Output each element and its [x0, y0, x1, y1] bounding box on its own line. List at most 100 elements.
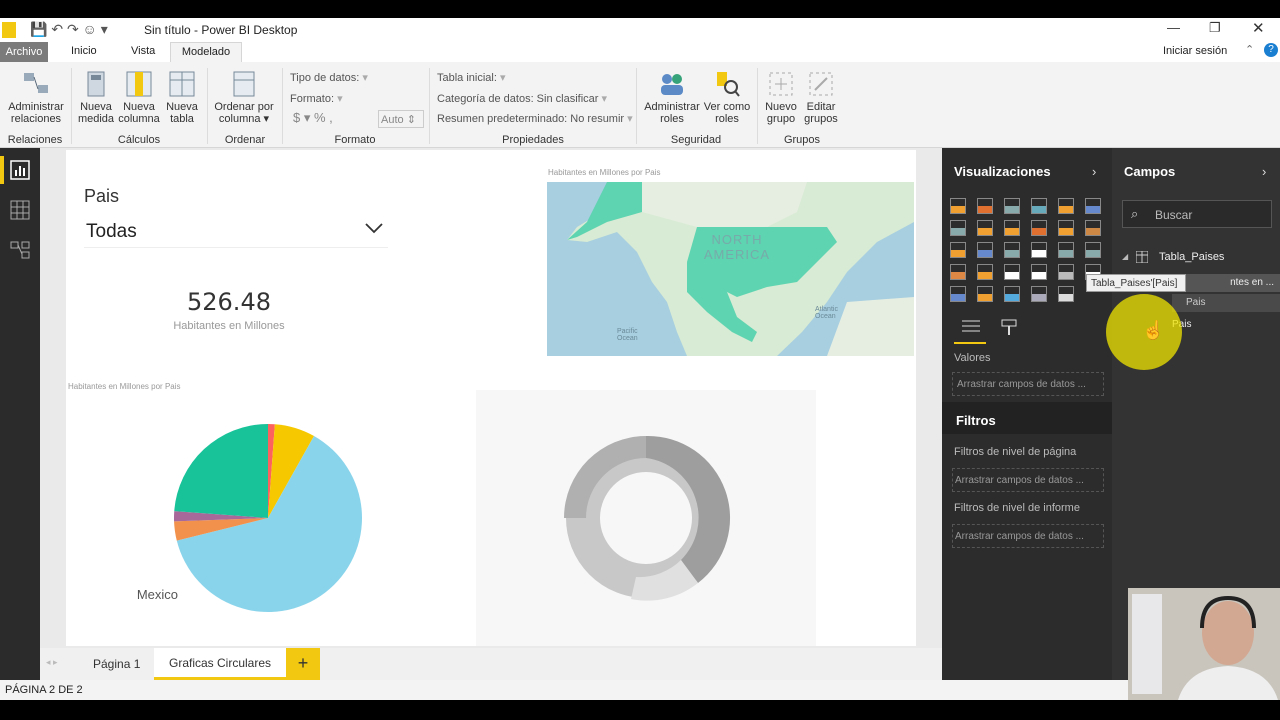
page-filters-label: Filtros de nivel de página	[954, 446, 1077, 458]
visual-type-icon[interactable]	[1031, 264, 1047, 280]
visual-type-icon[interactable]	[977, 198, 993, 214]
administrar-relaciones-button[interactable]: Administrar relaciones	[6, 70, 66, 125]
visual-type-icon[interactable]	[950, 286, 966, 302]
visual-type-icon[interactable]	[1085, 198, 1101, 214]
visual-type-icon[interactable]	[1058, 220, 1074, 236]
visual-type-icon[interactable]	[1004, 198, 1020, 214]
report-view-icon[interactable]	[10, 160, 30, 185]
chevron-down-icon[interactable]	[364, 218, 384, 243]
visual-type-icon[interactable]	[1004, 242, 1020, 258]
valores-label: Valores	[954, 352, 991, 364]
pie-label-mexico: Mexico	[137, 587, 178, 602]
report-filters-drop-zone[interactable]: Arrastrar campos de datos ...	[952, 524, 1104, 548]
view-as-icon	[713, 70, 741, 98]
nuevo-grupo-button[interactable]: Nuevo grupo	[762, 70, 800, 125]
visual-type-icon[interactable]	[1004, 286, 1020, 302]
visual-type-icon[interactable]	[1085, 242, 1101, 258]
slicer-dropdown[interactable]: Todas	[84, 218, 388, 248]
nueva-medida-button[interactable]: Nueva medida	[76, 70, 116, 125]
visual-type-icon[interactable]	[977, 286, 993, 302]
visual-type-icon[interactable]	[1004, 220, 1020, 236]
group-formato-label: Formato	[334, 134, 376, 146]
visual-type-icon[interactable]	[1004, 264, 1020, 280]
ordenar-por-columna-button[interactable]: Ordenar por columna ▾	[212, 70, 276, 125]
map-visual[interactable]: NORTH AMERICA Pacific Ocean Atlantic Oce…	[547, 182, 914, 356]
visualizations-pane: Visualizaciones › Valores Arrastrar camp…	[942, 148, 1112, 680]
format-paint-icon[interactable]	[1000, 318, 1018, 341]
field-row-1[interactable]: ntes en ...	[1184, 274, 1280, 292]
card-value: 526.48	[187, 288, 271, 316]
ver-como-roles-button[interactable]: Ver como roles	[703, 70, 751, 125]
visual-type-icon[interactable]	[950, 242, 966, 258]
restore-icon[interactable]: ❐	[1209, 20, 1221, 36]
fields-well-icon[interactable]	[960, 318, 982, 341]
group-grupos-label: Grupos	[783, 134, 821, 146]
table-icon	[1135, 250, 1149, 268]
drag-tooltip: Tabla_Paises'[Pais]	[1086, 274, 1186, 292]
tab-inicio[interactable]: Inicio	[71, 45, 97, 57]
collapse-table-icon[interactable]: ◢	[1122, 252, 1128, 261]
page-filters-drop-zone[interactable]: Arrastrar campos de datos ...	[952, 468, 1104, 492]
page-nav-arrows-icon[interactable]: ◂ ▸	[46, 657, 58, 668]
relationships-view-icon[interactable]	[10, 240, 30, 265]
visual-type-icon[interactable]	[1058, 286, 1074, 302]
group-ordenar-label: Ordenar	[224, 134, 266, 146]
tab-graficas-circulares[interactable]: Graficas Circulares	[154, 648, 286, 680]
calculator-icon	[82, 70, 110, 98]
visual-type-icon[interactable]	[1031, 286, 1047, 302]
help-icon[interactable]: ?	[1264, 43, 1278, 57]
roles-icon	[658, 70, 686, 98]
new-table-icon	[168, 70, 196, 98]
nueva-tabla-button[interactable]: Nueva tabla	[162, 70, 202, 125]
visual-type-icon[interactable]	[1031, 198, 1047, 214]
visual-type-icon[interactable]	[1031, 220, 1047, 236]
quick-access-icons[interactable]: 💾 ↶ ↷ ☺ ▾	[30, 21, 108, 38]
visual-type-icon[interactable]	[977, 220, 993, 236]
tab-pagina-1[interactable]: Página 1	[93, 657, 140, 671]
tipo-datos-dropdown[interactable]: Tipo de datos: ▾	[290, 71, 368, 84]
pie-chart[interactable]: NicaraguaCanadaEstados UnidosGuatemalaHo…	[66, 390, 466, 630]
search-icon: ⌕	[1131, 206, 1139, 221]
tabla-inicial-dropdown[interactable]: Tabla inicial: ▾	[437, 71, 506, 84]
visual-type-icon[interactable]	[1058, 242, 1074, 258]
close-icon[interactable]: ✕	[1252, 19, 1265, 37]
categoria-dropdown[interactable]: Categoría de datos: Sin clasificar ▾	[437, 92, 607, 105]
report-filters-label: Filtros de nivel de informe	[954, 502, 1080, 514]
visual-type-icon[interactable]	[950, 220, 966, 236]
map-title: Habitantes en Millones por Pais	[548, 168, 661, 177]
editar-grupos-button[interactable]: Editar grupos	[801, 70, 841, 125]
table-name[interactable]: Tabla_Paises	[1159, 251, 1224, 263]
visual-type-icon[interactable]	[950, 198, 966, 214]
visual-type-icon[interactable]	[977, 242, 993, 258]
add-page-button[interactable]: +	[286, 648, 320, 680]
valores-drop-zone[interactable]: Arrastrar campos de datos ...	[952, 372, 1104, 396]
resumen-dropdown[interactable]: Resumen predeterminado: No resumir ▾	[437, 112, 633, 125]
visual-type-icon[interactable]	[1085, 220, 1101, 236]
visual-type-icon[interactable]	[1031, 242, 1047, 258]
chevron-right-icon[interactable]: ›	[1092, 164, 1096, 179]
formato-dropdown[interactable]: Formato: ▾	[290, 92, 343, 105]
nueva-columna-button[interactable]: Nueva columna	[118, 70, 160, 125]
data-view-icon[interactable]	[10, 200, 30, 225]
minimize-icon[interactable]: —	[1167, 20, 1180, 35]
donut-placeholder[interactable]	[476, 390, 816, 646]
visual-type-icon[interactable]	[977, 264, 993, 280]
tab-modelado[interactable]: Modelado	[170, 42, 242, 62]
currency-percent-icons[interactable]: $ ▾ % ,	[293, 110, 333, 126]
pie-slice-mexico[interactable]	[174, 424, 268, 518]
field-row-2[interactable]: Pais	[1172, 294, 1280, 312]
decimal-places-input[interactable]: Auto ⇕	[378, 110, 424, 128]
visualizations-title: Visualizaciones	[954, 164, 1051, 179]
chevron-right-icon[interactable]: ›	[1262, 164, 1266, 179]
tab-vista[interactable]: Vista	[131, 45, 155, 57]
administrar-roles-button[interactable]: Administrar roles	[642, 70, 702, 125]
tab-archivo[interactable]: Archivo	[0, 42, 48, 62]
sign-in-link[interactable]: Iniciar sesión	[1163, 45, 1227, 57]
report-page: Pais Todas 526.48 Habitantes en Millones…	[66, 150, 916, 646]
search-input[interactable]: ⌕ Buscar	[1122, 200, 1272, 228]
visual-type-icon[interactable]	[1058, 198, 1074, 214]
collapse-ribbon-icon[interactable]: ⌃	[1245, 43, 1254, 56]
relationships-icon	[22, 70, 50, 98]
visual-type-icon[interactable]	[1058, 264, 1074, 280]
visual-type-icon[interactable]	[950, 264, 966, 280]
